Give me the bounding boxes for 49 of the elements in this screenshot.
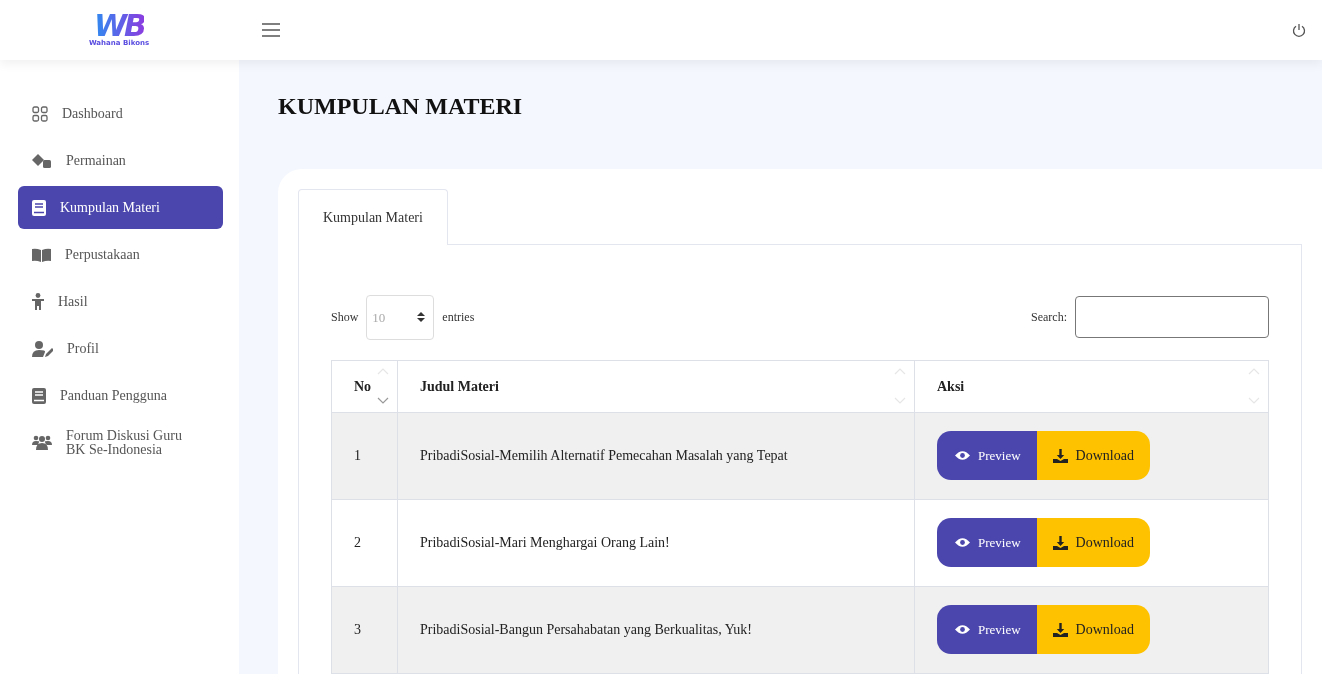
menu-icon[interactable] — [262, 23, 280, 37]
download-icon — [1052, 448, 1068, 463]
sidebar-item[interactable]: Profil — [18, 327, 223, 370]
column-header[interactable]: No — [331, 360, 398, 413]
show-label: Show — [331, 309, 359, 327]
sort-icon — [1248, 366, 1260, 405]
download-button[interactable]: Download — [1036, 431, 1150, 481]
download-icon — [1052, 622, 1068, 637]
download-icon — [1052, 535, 1068, 550]
sort-icon — [377, 366, 389, 405]
download-button[interactable]: Download — [1036, 518, 1150, 568]
dice-icon — [32, 152, 52, 169]
person-icon — [32, 293, 44, 310]
column-header[interactable]: Judul Materi — [397, 360, 915, 413]
sidebar-item[interactable]: Panduan Pengguna — [18, 374, 223, 417]
preview-button[interactable]: Preview — [937, 605, 1037, 655]
open-book-icon — [32, 247, 51, 262]
book-icon — [32, 387, 46, 404]
column-header[interactable]: Aksi — [914, 360, 1269, 413]
page-title: KUMPULAN MATERI — [278, 92, 524, 121]
preview-button[interactable]: Preview — [937, 518, 1037, 568]
table-cell: PribadiSosial-Mari Menghargai Orang Lain! — [397, 499, 915, 587]
sidebar-item[interactable]: Permainan — [18, 139, 223, 182]
sidebar-item[interactable]: Dashboard — [18, 92, 223, 135]
sidebar-item[interactable]: Kumpulan Materi — [18, 186, 223, 229]
power-icon[interactable] — [1292, 23, 1306, 37]
search-label: Search: — [1031, 309, 1067, 327]
table-cell: PribadiSosial-Bangun Persahabatan yang Berkualitas, Yuk! — [397, 586, 915, 674]
user-edit-icon — [32, 340, 53, 357]
book-icon — [32, 199, 46, 216]
table-cell: 1 — [331, 412, 398, 500]
users-icon — [32, 435, 52, 450]
sidebar-item[interactable]: Hasil — [18, 280, 223, 323]
preview-button[interactable]: Preview — [937, 431, 1037, 481]
eye-icon — [955, 624, 970, 636]
table-cell: PribadiSosial-Memilih Alternatif Pemecahan Masalah yang Tepat — [397, 412, 915, 500]
eye-icon — [955, 537, 970, 549]
sort-caret-icon — [417, 311, 426, 324]
search-field[interactable] — [1075, 296, 1269, 339]
sort-icon — [894, 366, 906, 405]
table-cell: 3 — [331, 586, 398, 674]
eye-icon — [955, 450, 970, 462]
sidebar-item[interactable]: Forum Diskusi Guru BK Se-Indonesia — [18, 421, 223, 464]
entries-label: entries — [442, 309, 475, 327]
download-button[interactable]: Download — [1036, 605, 1150, 655]
sidebar-item[interactable]: Perpustakaan — [18, 233, 223, 276]
grid-icon — [32, 105, 48, 122]
tab[interactable]: Kumpulan Materi — [298, 188, 448, 245]
table-cell: 2 — [331, 499, 398, 587]
